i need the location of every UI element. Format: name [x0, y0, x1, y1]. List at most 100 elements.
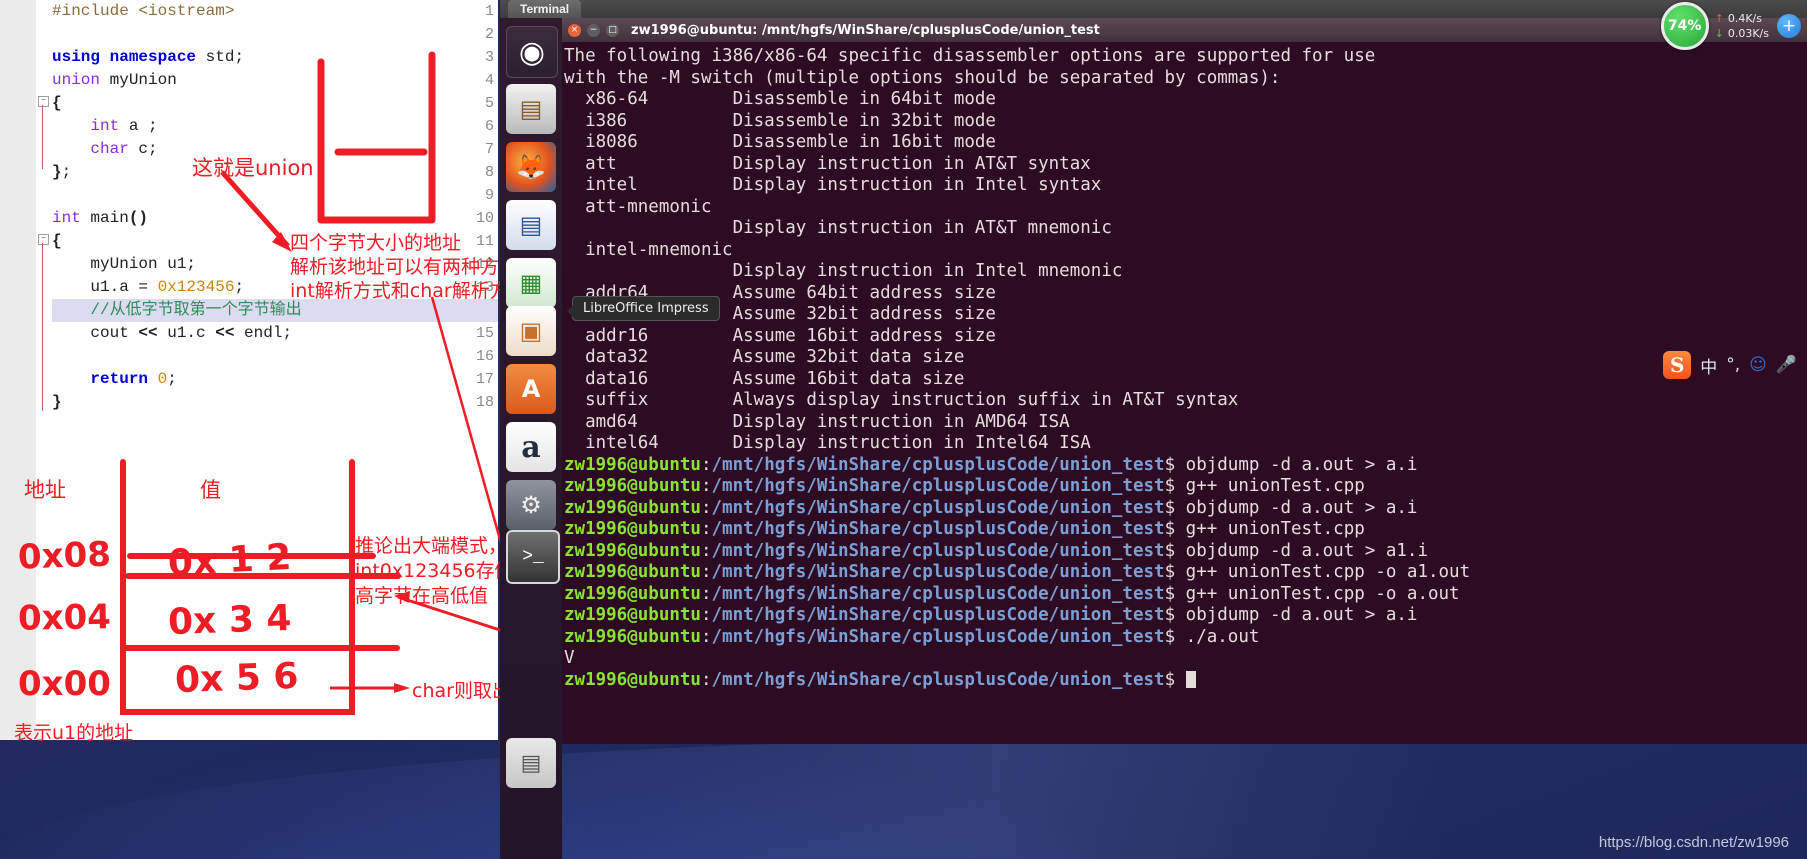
terminal-command: g++ unionTest.cpp -o a.out — [1185, 583, 1460, 604]
generic-app-icon: ▤ — [520, 750, 542, 776]
annotation-value-0x12: 0x 1 2 — [167, 536, 293, 585]
terminal-header[interactable]: × − □ zw1996@ubuntu: /mnt/hgfs/WinShare/… — [562, 18, 1807, 42]
prompt-path: /mnt/hgfs/WinShare/cplusplusCode/union_t… — [711, 626, 1165, 647]
document-icon: ▤ — [519, 211, 543, 239]
code-line: int a ; — [90, 117, 158, 135]
arrow-up-icon: ↑ — [1714, 12, 1724, 25]
spreadsheet-icon: ▦ — [519, 269, 543, 297]
launcher-item-extra[interactable]: ▤ — [506, 738, 556, 788]
system-monitor-indicator[interactable]: 74% ↑ 0.4K/s ↓ 0.03K/s + — [1660, 2, 1801, 50]
ubuntu-dash-icon: ◉ — [518, 34, 546, 70]
prompt-path: /mnt/hgfs/WinShare/cplusplusCode/union_t… — [711, 497, 1165, 518]
terminal-prompt-line: zw1996@ubuntu:/mnt/hgfs/WinShare/cpluspl… — [562, 455, 1807, 477]
line-number: 9 — [484, 187, 494, 204]
terminal-prompt-line: zw1996@ubuntu:/mnt/hgfs/WinShare/cpluspl… — [562, 605, 1807, 627]
launcher-item-files[interactable]: ▤ — [506, 84, 556, 134]
close-icon[interactable]: × — [568, 23, 581, 37]
launcher-item-terminal[interactable]: >_ — [506, 530, 560, 584]
prompt-path: /mnt/hgfs/WinShare/cplusplusCode/union_t… — [711, 519, 1165, 539]
terminal-output-line: Display instruction in AT&T mnemonic — [564, 218, 1112, 238]
annotation-address-0x00: 0x00 — [18, 664, 111, 704]
amazon-icon: a — [521, 429, 541, 465]
line-number: 5 — [484, 95, 494, 112]
code-line: myUnion u1; — [52, 255, 197, 273]
line-number: 3 — [484, 49, 494, 66]
prompt-colon: : — [700, 626, 712, 647]
launcher-item-amazon[interactable]: a — [506, 422, 556, 472]
terminal-program-output: V — [564, 648, 575, 668]
terminal-window[interactable]: Terminal × − □ zw1996@ubuntu: /mnt/hgfs/… — [500, 0, 1807, 744]
maximize-icon[interactable]: □ — [606, 23, 619, 37]
sogou-logo-icon[interactable]: S — [1663, 351, 1692, 379]
maximize-glyph: □ — [608, 24, 617, 35]
launcher-item-libreoffice-impress[interactable]: ▣ — [506, 306, 556, 356]
minimize-glyph: − — [589, 24, 598, 35]
firefox-icon: 🦊 — [516, 153, 546, 181]
fold-marker-main[interactable]: − — [38, 234, 49, 245]
fold-guide-main — [42, 243, 43, 411]
prompt-user: zw1996@ubuntu — [564, 540, 701, 561]
ime-emoji-icon[interactable]: ☺ — [1749, 355, 1767, 375]
annotation-address-0x04: 0x04 — [17, 597, 112, 639]
terminal-output-line: addr16 Assume 16bit address size — [564, 325, 996, 346]
prompt-path: /mnt/hgfs/WinShare/cplusplusCode/union_t… — [711, 454, 1165, 475]
terminal-output-line: i386 Disassemble in 32bit mode — [564, 110, 996, 131]
minimize-icon[interactable]: − — [587, 23, 600, 37]
prompt-path: /mnt/hgfs/WinShare/cplusplusCode/union_t… — [711, 540, 1165, 561]
download-rate: 0.03K/s — [1727, 27, 1769, 40]
annotation-bigendian-1: 推论出大端模式， — [355, 535, 508, 557]
code-line: }; — [52, 163, 72, 181]
launcher-item-libreoffice-calc[interactable]: ▦ — [506, 258, 556, 308]
launcher-item-ubuntu-software[interactable]: A — [506, 364, 556, 414]
launcher-item-libreoffice-writer[interactable]: ▤ — [506, 200, 556, 250]
add-indicator-button[interactable]: + — [1777, 14, 1801, 38]
gear-icon: ⚙ — [520, 491, 542, 519]
fold-marker-struct[interactable]: − — [38, 96, 49, 107]
ime-punctuation-toggle[interactable]: °, — [1726, 355, 1740, 375]
line-number: 1 — [484, 3, 494, 20]
terminal-active-prompt-line[interactable]: zw1996@ubuntu:/mnt/hgfs/WinShare/cpluspl… — [562, 670, 1807, 692]
blog-watermark: https://blog.csdn.net/zw1996 — [1598, 834, 1789, 851]
code-text-include: #include <iostream> — [52, 2, 235, 20]
cpu-usage-badge[interactable]: 74% — [1660, 2, 1709, 50]
prompt-user: zw1996@ubuntu — [564, 519, 701, 539]
ime-mode-toggle[interactable]: 中 — [1700, 353, 1717, 378]
terminal-window-label[interactable]: Terminal — [508, 0, 582, 18]
code-line: union myUnion — [52, 71, 177, 89]
upload-rate: 0.4K/s — [1727, 12, 1762, 25]
close-glyph: × — [570, 24, 579, 35]
terminal-window-titlebar[interactable]: Terminal — [500, 0, 1807, 18]
sogou-ime-widget[interactable]: S 中 °, ☺ 🎤 — [1655, 345, 1805, 385]
ime-microphone-icon[interactable]: 🎤 — [1776, 355, 1797, 375]
launcher-item-system-settings[interactable]: ⚙ — [506, 480, 556, 530]
line-number: 8 — [484, 164, 494, 181]
terminal-prompt-line: zw1996@ubuntu:/mnt/hgfs/WinShare/cpluspl… — [562, 584, 1807, 606]
line-number: 6 — [484, 118, 494, 135]
unity-launcher[interactable]: ◉ ▤ 🦊 ▤ ▦ ▣ A a ⚙ >_ ▤ — [500, 18, 562, 859]
prompt-sigil: $ — [1164, 583, 1176, 604]
code-line: } — [52, 393, 62, 411]
prompt-user: zw1996@ubuntu — [564, 497, 701, 518]
launcher-item-ubuntu-dash[interactable]: ◉ — [506, 26, 558, 78]
launcher-item-firefox[interactable]: 🦊 — [506, 142, 556, 192]
terminal-command: objdump -d a.out > a.i — [1185, 605, 1418, 625]
terminal-output-area[interactable]: The following i386/x86-64 specific disas… — [562, 42, 1807, 744]
line-number: 17 — [475, 371, 494, 388]
line-number: 11 — [475, 233, 494, 250]
prompt-sigil: $ — [1164, 626, 1176, 647]
terminal-command: objdump -d a.out > a1.i — [1185, 540, 1428, 561]
code-line: u1.a = 0x123456; — [52, 278, 245, 296]
prompt-path: /mnt/hgfs/WinShare/cplusplusCode/union_t… — [711, 562, 1165, 582]
terminal-command: objdump -d a.out > a.i — [1185, 497, 1418, 518]
desktop-swoosh — [0, 739, 1807, 859]
terminal-command: ./a.out — [1185, 626, 1260, 647]
terminal-output-line: data32 Assume 32bit data size — [564, 347, 965, 367]
network-upload-row: ↑ 0.4K/s — [1715, 11, 1769, 26]
terminal-prompt-line: zw1996@ubuntu:/mnt/hgfs/WinShare/cpluspl… — [562, 519, 1807, 541]
terminal-output-line: Display instruction in Intel mnemonic — [564, 261, 1123, 281]
annotation-addr-desc-1: 四个字节大小的地址 — [290, 232, 462, 254]
